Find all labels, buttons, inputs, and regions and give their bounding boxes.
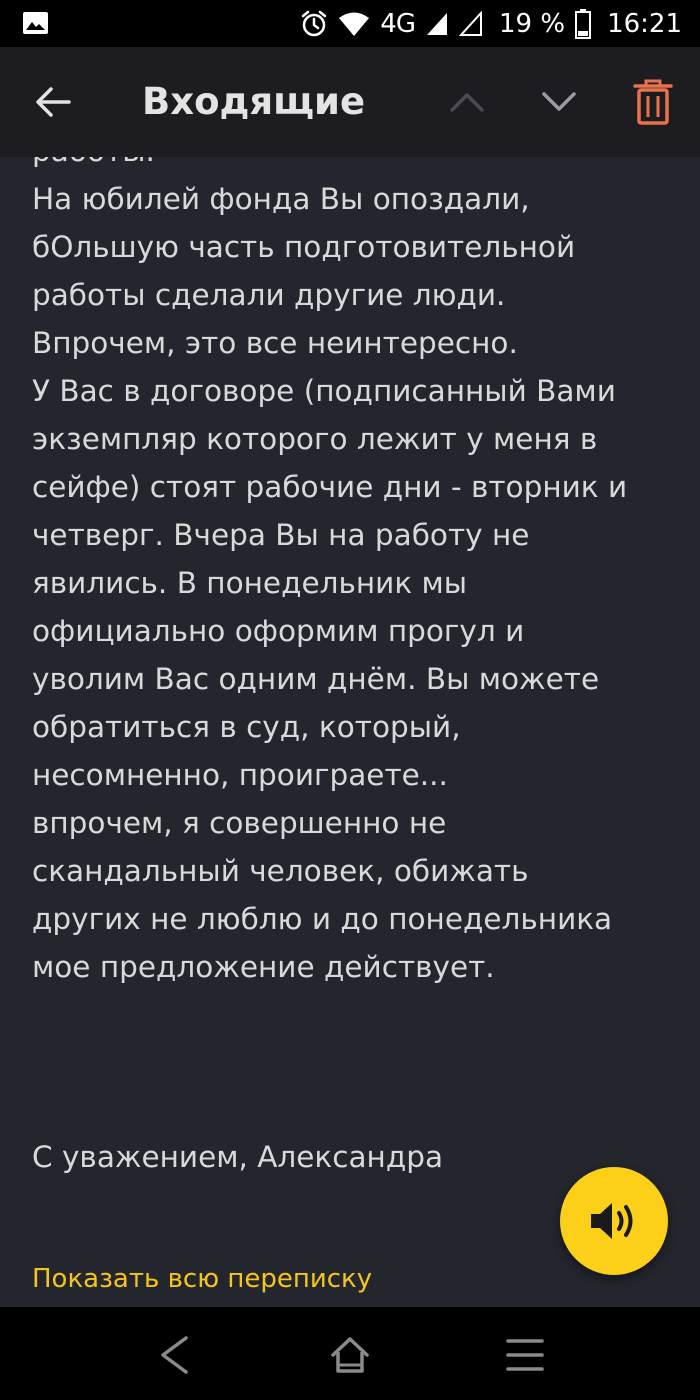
chevron-down-icon	[542, 92, 576, 111]
status-bar: 4G 19 % 16:21	[0, 0, 700, 47]
trash-icon	[633, 79, 673, 125]
show-thread-link[interactable]: Показать всю переписку	[32, 1257, 372, 1301]
message-line: У Вас в договоре (подписанный Вами	[32, 374, 616, 408]
speaker-icon	[591, 1203, 633, 1239]
listen-button[interactable]	[560, 1167, 668, 1275]
nav-back-icon	[161, 1336, 188, 1374]
next-message-button[interactable]	[532, 75, 586, 129]
message-line: сейфе) стоят рабочие дни - вторник и	[32, 470, 628, 504]
message-line: несомненно, проиграете...	[32, 758, 448, 792]
back-arrow-icon	[36, 87, 71, 117]
page-title: Входящие	[142, 80, 366, 123]
message-viewport[interactable]: работы. На юбилей фонда Вы опоздали, бОл…	[0, 157, 700, 1307]
nav-menu-icon	[506, 1339, 544, 1371]
status-indicators: 4G 19 % 16:21	[300, 0, 682, 47]
message-line: уволим Вас одним днём. Вы можете	[32, 662, 600, 696]
message-line: обратиться в суд, который,	[32, 710, 461, 744]
message-line: явились. В понедельник мы	[32, 566, 468, 600]
message-line: Впрочем, это все неинтересно.	[32, 326, 518, 360]
app-toolbar: Входящие	[0, 47, 700, 157]
back-button[interactable]	[22, 75, 84, 129]
nav-home-icon	[331, 1337, 369, 1373]
network-label: 4G	[380, 8, 416, 39]
signal-empty-icon	[459, 10, 482, 36]
message-line: бОльшую часть подготовительной	[32, 230, 576, 264]
signal-icon	[427, 12, 447, 35]
system-home-button[interactable]	[322, 1327, 378, 1383]
system-navigation-bar	[0, 1307, 700, 1400]
system-back-button[interactable]	[146, 1327, 202, 1383]
message-line: работы сделали другие люди.	[32, 278, 506, 312]
delete-button[interactable]	[626, 75, 680, 129]
message-line: экземпляр которого лежит у меня в	[32, 422, 598, 456]
message-line: На юбилей фонда Вы опоздали,	[32, 182, 530, 216]
battery-percent: 19 %	[499, 8, 566, 39]
message-line: четверг. Вчера Вы на работу не	[32, 518, 530, 552]
message-body: работы. На юбилей фонда Вы опоздали, бОл…	[32, 157, 672, 991]
chevron-up-icon	[450, 93, 484, 112]
battery-icon	[575, 8, 592, 39]
system-menu-button[interactable]	[497, 1327, 553, 1383]
alarm-icon	[302, 10, 327, 36]
gallery-icon	[23, 12, 48, 34]
message-line: других не люблю и до понедельника	[32, 902, 613, 936]
message-line: работы.	[32, 157, 672, 175]
previous-message-button[interactable]	[440, 75, 494, 129]
message-line: скандальный человек, обижать	[32, 854, 529, 888]
message-signature: С уважением, Александра	[32, 1140, 444, 1174]
message-line: мое предложение действует.	[32, 950, 495, 984]
clock: 16:21	[607, 8, 682, 39]
message-line: впрочем, я совершенно не	[32, 806, 447, 840]
wifi-icon	[339, 12, 370, 36]
message-line: официально оформим прогул и	[32, 614, 525, 648]
